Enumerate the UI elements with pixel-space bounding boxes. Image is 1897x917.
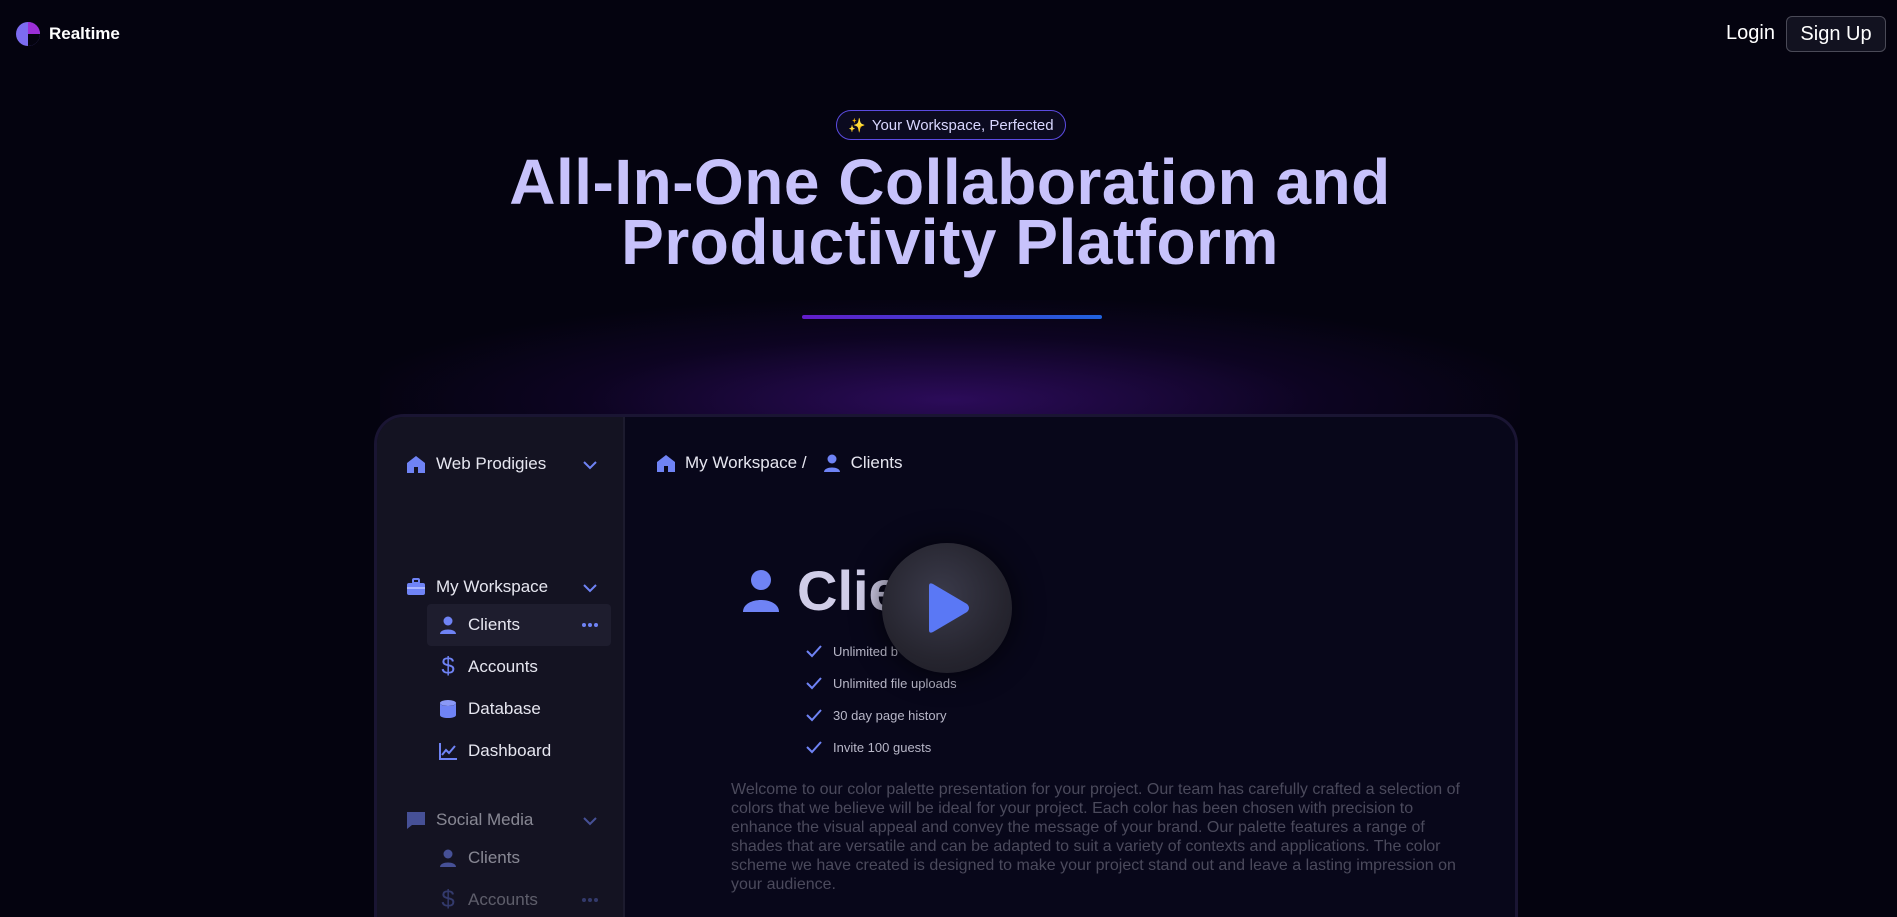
hero-badge: ✨ Your Workspace, Perfected xyxy=(836,110,1066,140)
main-content: My Workspace / Clients Clie Unlimited b … xyxy=(625,417,1515,917)
login-link[interactable]: Login xyxy=(1726,22,1775,45)
breadcrumb: My Workspace / Clients xyxy=(655,452,903,474)
sidebar: Web Prodigies My Workspace Clients $ Acc… xyxy=(377,417,625,917)
section-label: Social Media xyxy=(436,810,534,829)
home-icon xyxy=(405,453,427,475)
chevron-down-icon[interactable] xyxy=(581,579,599,597)
check-icon xyxy=(806,741,822,754)
play-video-button[interactable] xyxy=(882,543,1012,673)
sidebar-item-dashboard[interactable]: Dashboard xyxy=(437,740,551,762)
brand[interactable]: Realtime xyxy=(15,21,120,47)
home-icon xyxy=(655,452,677,474)
brand-name: Realtime xyxy=(49,24,120,43)
sidebar-item-clients[interactable]: Clients xyxy=(437,614,520,636)
check-icon xyxy=(806,645,822,658)
chevron-down-icon[interactable] xyxy=(581,456,599,474)
user-icon xyxy=(743,569,779,612)
feature-label: Invite 100 guests xyxy=(833,739,932,755)
check-icon xyxy=(806,709,822,722)
breadcrumb-workspace[interactable]: My Workspace / xyxy=(685,453,807,473)
section-label: My Workspace xyxy=(436,577,549,596)
page-heading: Clie xyxy=(741,558,900,623)
chevron-down-icon[interactable] xyxy=(581,812,599,830)
play-icon xyxy=(929,583,969,633)
sidebar-item-social-accounts[interactable]: $ Accounts xyxy=(437,886,538,913)
feature-label: 30 day page history xyxy=(833,707,947,723)
sidebar-item-label: Clients xyxy=(468,848,520,867)
check-icon xyxy=(806,677,822,690)
message-icon xyxy=(405,809,427,831)
section-my-workspace[interactable]: My Workspace xyxy=(405,576,548,598)
section-social-media[interactable]: Social Media xyxy=(405,809,533,831)
feature-item: 30 day page history xyxy=(805,699,957,731)
sparkles-icon: ✨ xyxy=(848,116,866,133)
sidebar-item-social-clients[interactable]: Clients xyxy=(437,847,520,869)
database-icon xyxy=(437,698,459,720)
dollar-icon: $ xyxy=(441,886,455,913)
user-icon xyxy=(437,847,459,869)
user-icon xyxy=(821,452,843,474)
sidebar-item-accounts[interactable]: $ Accounts xyxy=(437,653,538,680)
top-navigation-bar: Realtime Login Sign Up xyxy=(0,0,1897,68)
sidebar-item-label: Accounts xyxy=(468,890,538,909)
workspace-switcher[interactable]: Web Prodigies xyxy=(405,453,546,475)
workspace-name: Web Prodigies xyxy=(436,454,547,473)
briefcase-icon xyxy=(405,576,427,598)
feature-label: Unlimited file uploads xyxy=(833,675,957,691)
signup-button[interactable]: Sign Up xyxy=(1786,16,1886,52)
hero-badge-text: Your Workspace, Perfected xyxy=(871,116,1054,134)
sidebar-item-label: Database xyxy=(468,699,541,718)
breadcrumb-page[interactable]: Clients xyxy=(851,453,903,473)
page-description: Welcome to our color palette presentatio… xyxy=(731,781,1460,893)
more-options-icon[interactable] xyxy=(581,897,599,903)
sidebar-item-database[interactable]: Database xyxy=(437,698,541,720)
user-icon xyxy=(437,614,459,636)
sidebar-item-label: Dashboard xyxy=(468,741,552,760)
hero-title: All-In-One Collaboration and Productivit… xyxy=(380,150,1520,274)
logo-icon xyxy=(16,22,40,46)
feature-item: Invite 100 guests xyxy=(805,731,957,763)
sidebar-item-label: Clients xyxy=(468,615,520,634)
chart-line-icon xyxy=(437,740,459,762)
dollar-icon: $ xyxy=(441,653,455,680)
hero-title-line-2: Productivity Platform xyxy=(621,206,1279,278)
sidebar-item-label: Accounts xyxy=(468,657,538,676)
more-options-icon[interactable] xyxy=(581,622,599,628)
feature-label: Unlimited b xyxy=(833,643,899,659)
